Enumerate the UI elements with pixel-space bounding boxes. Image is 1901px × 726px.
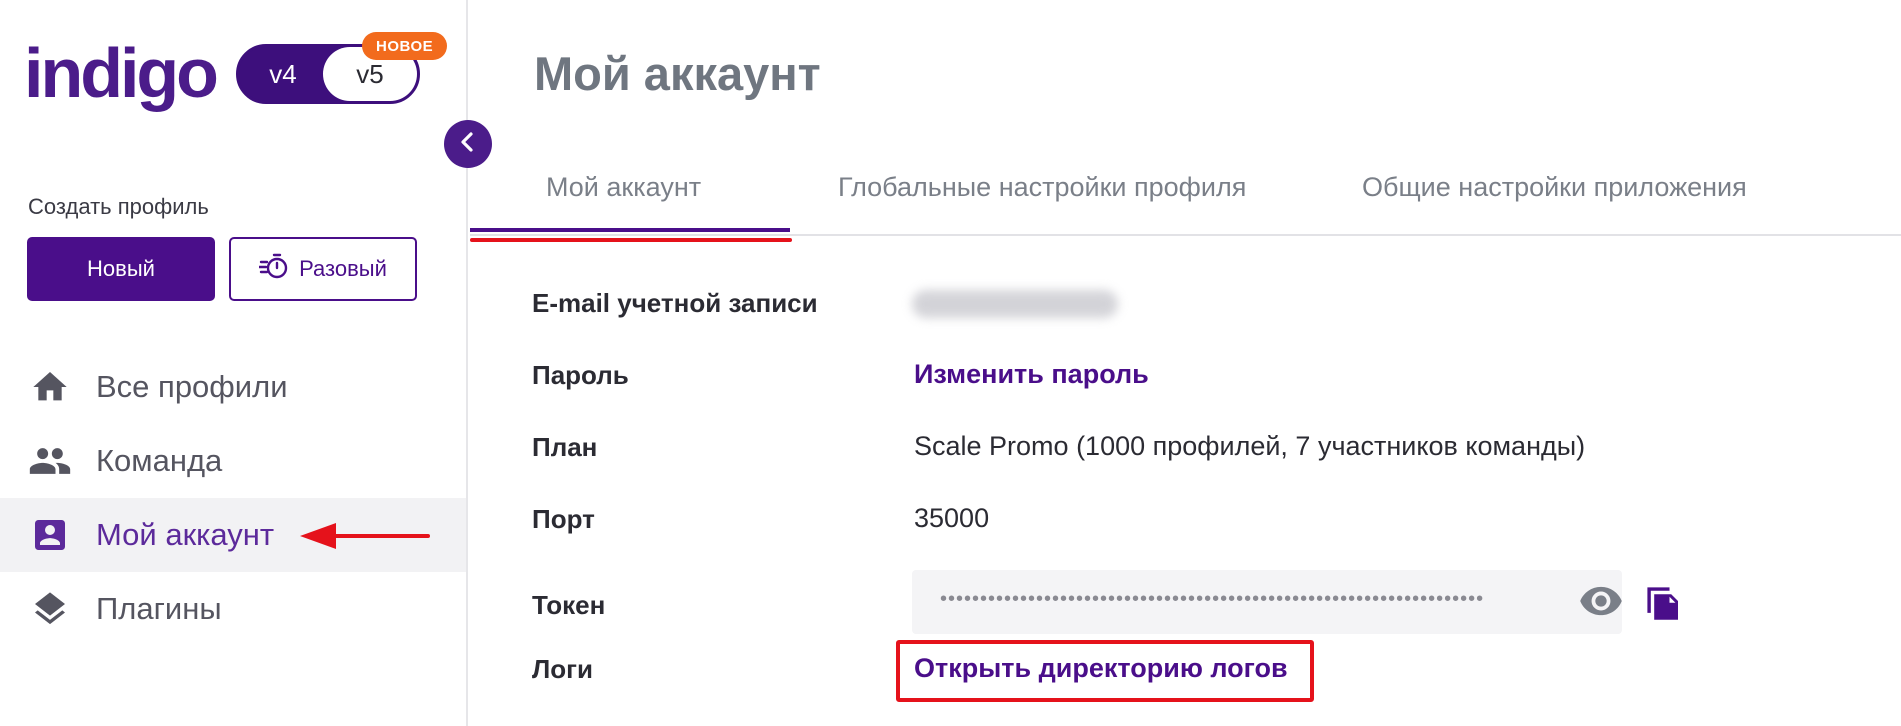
tab-app-settings[interactable]: Общие настройки приложения — [1362, 172, 1747, 203]
collapse-sidebar-button[interactable] — [444, 120, 492, 168]
red-underline-annotation — [470, 238, 792, 242]
email-value-redacted — [912, 290, 1118, 318]
sidebar-item-label: Все профили — [96, 369, 288, 404]
eye-icon[interactable] — [1578, 584, 1624, 623]
email-label: E-mail учетной записи — [532, 288, 818, 318]
port-label: Порт — [532, 504, 595, 534]
one-time-profile-label: Разовый — [299, 256, 387, 281]
sidebar-item-label: Плагины — [96, 591, 222, 626]
version-v4-option[interactable]: v4 — [239, 47, 327, 101]
token-field[interactable]: ••••••••••••••••••••••••••••••••••••••••… — [912, 570, 1622, 634]
tab-global-profile-settings[interactable]: Глобальные настройки профиля — [838, 172, 1246, 203]
sidebar: indigo v4 v5 НОВОЕ Создать профиль Новый… — [0, 0, 468, 726]
settings-tabs: Мой аккаунт Глобальные настройки профиля… — [470, 150, 1901, 236]
one-time-profile-button[interactable]: Разовый — [229, 237, 417, 301]
team-icon — [28, 439, 72, 483]
home-icon — [28, 365, 72, 409]
port-value: 35000 — [914, 503, 990, 533]
new-profile-button[interactable]: Новый — [27, 237, 215, 301]
layers-icon — [28, 587, 72, 631]
indigo-logo[interactable]: indigo — [24, 38, 219, 108]
logs-label: Логи — [532, 654, 593, 684]
token-masked-value: ••••••••••••••••••••••••••••••••••••••••… — [940, 588, 1485, 610]
password-label: Пароль — [532, 360, 629, 390]
red-box-annotation — [896, 640, 1314, 702]
token-label: Токен — [532, 590, 606, 620]
tab-my-account[interactable]: Мой аккаунт — [546, 172, 701, 203]
main-content: Мой аккаунт Мой аккаунт Глобальные настр… — [470, 0, 1901, 726]
chevron-left-icon — [457, 131, 479, 158]
sidebar-item-plugins[interactable]: Плагины — [0, 572, 466, 646]
account-icon — [28, 513, 72, 557]
sidebar-item-all-profiles[interactable]: Все профили — [0, 350, 466, 424]
sidebar-item-label: Команда — [96, 443, 223, 478]
page-title: Мой аккаунт — [534, 47, 821, 100]
stopwatch-icon — [257, 251, 289, 287]
new-badge: НОВОЕ — [362, 32, 448, 60]
create-profile-label: Создать профиль — [28, 194, 209, 219]
sidebar-item-team[interactable]: Команда — [0, 424, 466, 498]
plan-label: План — [532, 432, 598, 462]
copy-icon[interactable] — [1644, 582, 1678, 625]
plan-value: Scale Promo (1000 профилей, 7 участников… — [914, 431, 1586, 461]
sidebar-nav: Все профили Команда Мой аккаунт Плагины — [0, 350, 466, 646]
change-password-link[interactable]: Изменить пароль — [914, 359, 1149, 390]
sidebar-item-label: Мой аккаунт — [96, 517, 275, 552]
red-arrow-annotation — [300, 523, 430, 549]
active-tab-indicator — [470, 228, 790, 232]
